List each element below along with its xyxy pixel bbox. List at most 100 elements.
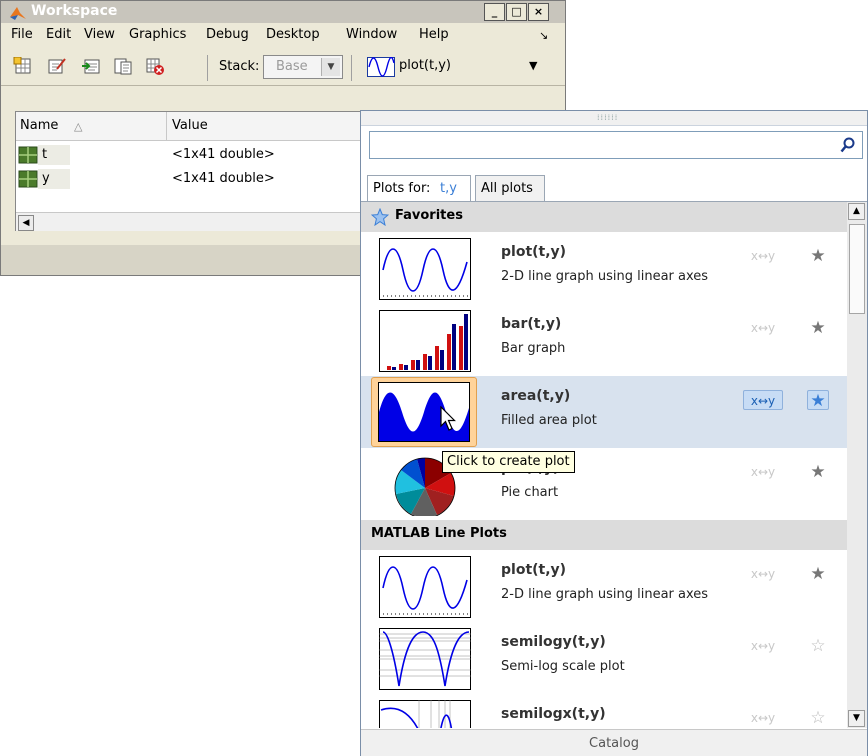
line-plot-thumbnail[interactable] [379, 556, 471, 618]
scroll-left-icon[interactable]: ◀ [18, 215, 34, 231]
list-item[interactable]: semilogy(t,y) Semi-log scale plot x↔y ☆ [361, 622, 847, 694]
list-item[interactable]: pie(t,y) Pie chart x↔y ★ [361, 448, 847, 520]
list-item[interactable]: plot(t,y) 2-D line graph using linear ax… [361, 232, 847, 304]
list-item[interactable]: semilogx(t,y) x↔y ☆ [361, 694, 847, 728]
search-box[interactable] [369, 131, 863, 159]
menu-window[interactable]: Window [346, 27, 397, 42]
semilogx-plot-thumbnail[interactable] [379, 700, 471, 728]
column-divider[interactable] [166, 112, 167, 140]
tab-all-plots[interactable]: All plots [475, 175, 545, 201]
menu-file[interactable]: File [11, 27, 33, 42]
plot-description: 2-D line graph using linear axes [501, 587, 709, 602]
table-header: Name △ Value [16, 112, 366, 141]
horizontal-scrollbar[interactable]: ◀ [16, 212, 366, 231]
chevron-down-icon[interactable]: ▼ [529, 59, 537, 72]
chevron-down-icon: ▼ [321, 58, 340, 76]
menu-view[interactable]: View [84, 27, 115, 42]
scrollbar-thumb[interactable] [849, 224, 865, 314]
tab-variables: t,y [440, 181, 457, 196]
menu-desktop[interactable]: Desktop [266, 27, 320, 42]
scroll-down-icon[interactable]: ▼ [848, 710, 865, 727]
catalog-footer[interactable]: Catalog [361, 729, 867, 756]
search-icon[interactable] [840, 137, 856, 153]
search-input[interactable] [374, 135, 838, 157]
plot-function-name: plot(t,y) [501, 562, 567, 578]
favorite-star-icon[interactable]: ★ [807, 246, 829, 266]
matrix-variable-icon [18, 170, 38, 188]
plot-function-name: semilogy(t,y) [501, 634, 606, 650]
import-data-icon[interactable] [81, 57, 101, 75]
swap-axes-button[interactable]: x↔y [743, 390, 783, 410]
plot-description: Semi-log scale plot [501, 659, 625, 674]
undock-arrow-icon[interactable]: ↘ [539, 29, 548, 42]
stack-dropdown[interactable]: Base ▼ [263, 55, 343, 79]
maximize-button[interactable]: □ [506, 3, 527, 21]
variable-name-cell: t [38, 145, 70, 165]
favorite-star-empty-icon[interactable]: ☆ [807, 636, 829, 656]
tooltip: Click to create plot [442, 451, 575, 473]
plot-description: Pie chart [501, 485, 559, 500]
menu-debug[interactable]: Debug [206, 27, 249, 42]
column-header-name[interactable]: Name [20, 118, 58, 133]
plot-selector-label: plot(t,y) [399, 58, 451, 73]
grip-dots-icon: ⁞⁞⁞⁞⁞⁞ [597, 113, 619, 122]
list-item[interactable]: bar(t,y) Bar graph x↔y ★ [361, 304, 847, 376]
vertical-scrollbar[interactable]: ▲ ▼ [847, 202, 867, 728]
workspace-titlebar[interactable]: Workspace _ □ × [1, 1, 565, 23]
variable-value: <1x41 double> [172, 147, 275, 162]
bar-plot-thumbnail[interactable] [379, 310, 471, 372]
save-workspace-icon[interactable] [113, 57, 133, 75]
variable-name: y [42, 171, 50, 186]
matrix-variable-icon [18, 146, 38, 164]
favorite-star-empty-icon[interactable]: ☆ [807, 708, 829, 728]
menu-help[interactable]: Help [419, 27, 449, 42]
column-header-value[interactable]: Value [172, 118, 208, 133]
sort-ascending-icon: △ [74, 120, 83, 133]
table-row[interactable]: y <1x41 double> [16, 168, 366, 190]
resize-grip[interactable]: ⁞⁞⁞⁞⁞⁞ [361, 111, 867, 126]
workspace-toolbar: Stack: Base ▼ plot(t,y) ▼ [1, 47, 565, 86]
line-plot-icon [367, 57, 395, 77]
tab-plots-for[interactable]: Plots for: t,y [367, 175, 471, 201]
tab-label: All plots [481, 181, 533, 196]
favorite-star-icon[interactable]: ★ [807, 462, 829, 482]
delete-variable-icon[interactable] [145, 57, 165, 75]
area-plot-thumbnail[interactable] [378, 382, 470, 442]
table-row[interactable]: t <1x41 double> [16, 144, 366, 166]
swap-axes-button[interactable]: x↔y [743, 636, 783, 656]
list-item-selected[interactable]: area(t,y) Filled area plot x↔y ★ [361, 376, 847, 448]
favorite-star-icon[interactable]: ★ [807, 318, 829, 338]
open-variable-icon[interactable] [47, 57, 67, 75]
close-button[interactable]: × [528, 3, 549, 21]
swap-axes-button[interactable]: x↔y [743, 462, 783, 482]
toolbar-separator [351, 55, 352, 81]
scroll-up-icon[interactable]: ▲ [848, 203, 865, 220]
new-variable-icon[interactable] [13, 57, 33, 75]
favorites-star-icon [371, 208, 389, 226]
mouse-pointer-icon [440, 406, 456, 431]
tab-label: Plots for: [373, 181, 431, 196]
plot-selector-button[interactable]: plot(t,y) ▼ [363, 55, 543, 79]
favorite-star-icon[interactable]: ★ [807, 564, 829, 584]
swap-axes-button[interactable]: x↔y [743, 318, 783, 338]
catalog-link[interactable]: Catalog [361, 736, 867, 751]
matlab-logo-icon [10, 7, 26, 20]
semilogy-plot-thumbnail[interactable] [379, 628, 471, 690]
list-item[interactable]: plot(t,y) 2-D line graph using linear ax… [361, 550, 847, 622]
swap-axes-button[interactable]: x↔y [743, 708, 783, 728]
menu-edit[interactable]: Edit [46, 27, 71, 42]
swap-axes-button[interactable]: x↔y [743, 564, 783, 584]
menu-graphics[interactable]: Graphics [129, 27, 186, 42]
selected-thumbnail-frame[interactable] [371, 377, 477, 447]
swap-axes-button[interactable]: x↔y [743, 246, 783, 266]
catalog-tabs: Plots for: t,y All plots [367, 175, 863, 201]
plot-catalog-popup: ⁞⁞⁞⁞⁞⁞ Plots for: t,y All plots Favorite… [360, 110, 868, 756]
line-plot-thumbnail[interactable] [379, 238, 471, 300]
plot-description: Filled area plot [501, 413, 597, 428]
stack-value: Base [276, 59, 308, 74]
variable-value: <1x41 double> [172, 171, 275, 186]
variables-table: Name △ Value t <1x41 double> y <1x41 dou… [15, 111, 366, 231]
section-title: MATLAB Line Plots [371, 526, 507, 541]
favorite-star-icon[interactable]: ★ [807, 390, 829, 411]
minimize-button[interactable]: _ [484, 3, 505, 21]
